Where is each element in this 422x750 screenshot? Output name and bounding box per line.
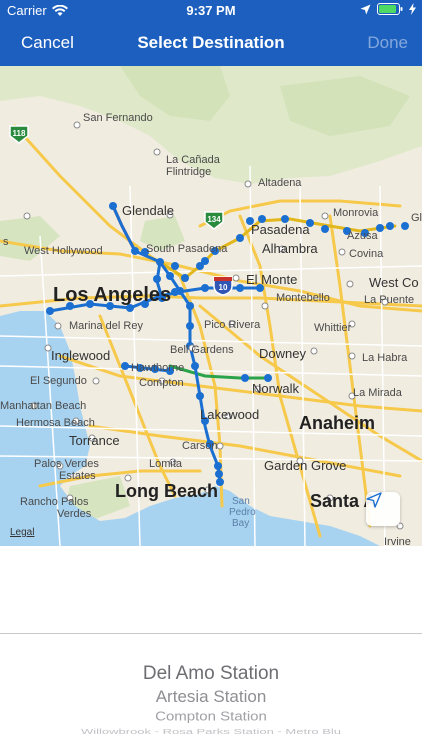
picker-option[interactable]: Compton Station [0, 709, 422, 723]
map-label-downey: Downey [259, 346, 306, 361]
map-label-azusa: Azusa [347, 230, 378, 242]
map-label-glendale: Glendale [122, 203, 175, 218]
interstate-shield-10-icon: 10 [213, 276, 233, 296]
map-label-bell-gardens: Bell Gardens [170, 344, 234, 356]
map-label-la-habra: La Habra [362, 352, 408, 364]
battery-icon [377, 3, 403, 15]
map-label-flintridge: Flintridge [166, 166, 212, 178]
map-label-pasadena: Pasadena [251, 222, 310, 237]
picker-option[interactable]: Artesia Station [0, 687, 422, 707]
charging-bolt-icon [409, 3, 416, 15]
map-label-san-fernando: San Fernando [83, 112, 153, 124]
navigation-bar: Cancel Select Destination Done [0, 22, 422, 66]
map-label-palos-verdes-estates-2: Estates [59, 470, 96, 482]
map-label-el-segundo: El Segundo [30, 375, 87, 387]
map-label-carson: Carson [182, 440, 218, 452]
location-arrow-icon [360, 4, 371, 14]
shield-label-118: 118 [13, 129, 26, 138]
map-label-lakewood: Lakewood [200, 407, 260, 422]
map-label-monrovia: Monrovia [333, 207, 379, 219]
map-label-s-edge: s [3, 236, 9, 248]
map-label-alhambra: Alhambra [262, 241, 318, 256]
shield-label-134: 134 [207, 215, 221, 224]
status-bar: Carrier 9:37 PM [0, 0, 422, 22]
map-label-san-pedro-bay-2: Pedro [229, 507, 256, 518]
status-right [360, 3, 416, 15]
current-location-button[interactable] [366, 492, 400, 526]
map-label-gl: Gl [411, 212, 422, 224]
location-arrow-icon [366, 492, 382, 508]
map-label-anaheim: Anaheim [299, 413, 376, 433]
map-label-altadena: Altadena [258, 177, 302, 189]
map-label-marina-del-rey: Marina del Rey [69, 320, 143, 332]
map-label-pico-rivera: Pico Rivera [204, 319, 261, 331]
map-label-montebello: Montebello [276, 292, 330, 304]
map-label-inglewood: Inglewood [51, 348, 111, 363]
map-view[interactable]: 118 134 10 San Fernando La Cañada Flintr… [0, 66, 422, 546]
map-label-south-pasadena: South Pasadena [146, 243, 228, 255]
cancel-button[interactable]: Cancel [21, 33, 74, 53]
map-label-garden-grove: Garden Grove [264, 458, 347, 473]
status-time: 9:37 PM [186, 3, 236, 18]
map-label-el-monte: El Monte [246, 272, 298, 287]
done-button[interactable]: Done [367, 33, 408, 53]
legal-link[interactable]: Legal [10, 527, 34, 538]
map-label-rancho-pv-2: Verdes [57, 508, 92, 520]
map-label-whittier: Whittier [314, 322, 352, 334]
map-label-palos-verdes-estates-1: Palos Verdes [34, 458, 99, 470]
map-label-san-pedro-bay-1: San [232, 496, 250, 507]
map-label-la-mirada: La Mirada [353, 387, 402, 399]
map-label-lomita: Lomita [149, 458, 183, 470]
highway-shield-118-icon: 118 [9, 125, 29, 144]
picker-option[interactable]: Del Amo Station [0, 663, 422, 685]
map-label-compton: Compton [139, 377, 184, 389]
map-label-torrance: Torrance [69, 433, 120, 448]
station-picker[interactable]: Del Amo Station Artesia Station Compton … [0, 660, 422, 750]
map-label-rancho-pv-1: Rancho Palos [20, 496, 89, 508]
map-label-hermosa-beach: Hermosa Beach [16, 417, 95, 429]
map-label-west-hollywood: West Hollywood [24, 245, 103, 257]
map-label-la-canada: La Cañada [166, 154, 220, 166]
map-label-irvine: Irvine [384, 536, 411, 546]
map-label-hawthorne: Hawthorne [131, 362, 185, 374]
map-label-los-angeles: Los Angeles [53, 284, 172, 306]
map-label-covina: Covina [349, 248, 384, 260]
highway-shield-134-icon: 134 [204, 211, 224, 230]
picker-divider [0, 633, 422, 634]
map-label-la-puente: La Puente [364, 294, 415, 306]
picker-option[interactable]: Willowbrook - Rosa Parks Station - Metro… [0, 727, 422, 735]
shield-label-10: 10 [219, 283, 228, 292]
map-label-san-pedro-bay-3: Bay [232, 518, 250, 529]
map-label-manhattan-beach: Manhattan Beach [0, 400, 87, 412]
map-label-long-beach: Long Beach [115, 481, 219, 501]
map-label-norwalk: Norwalk [252, 381, 299, 396]
map-label-west-covina: West Co [369, 275, 419, 290]
